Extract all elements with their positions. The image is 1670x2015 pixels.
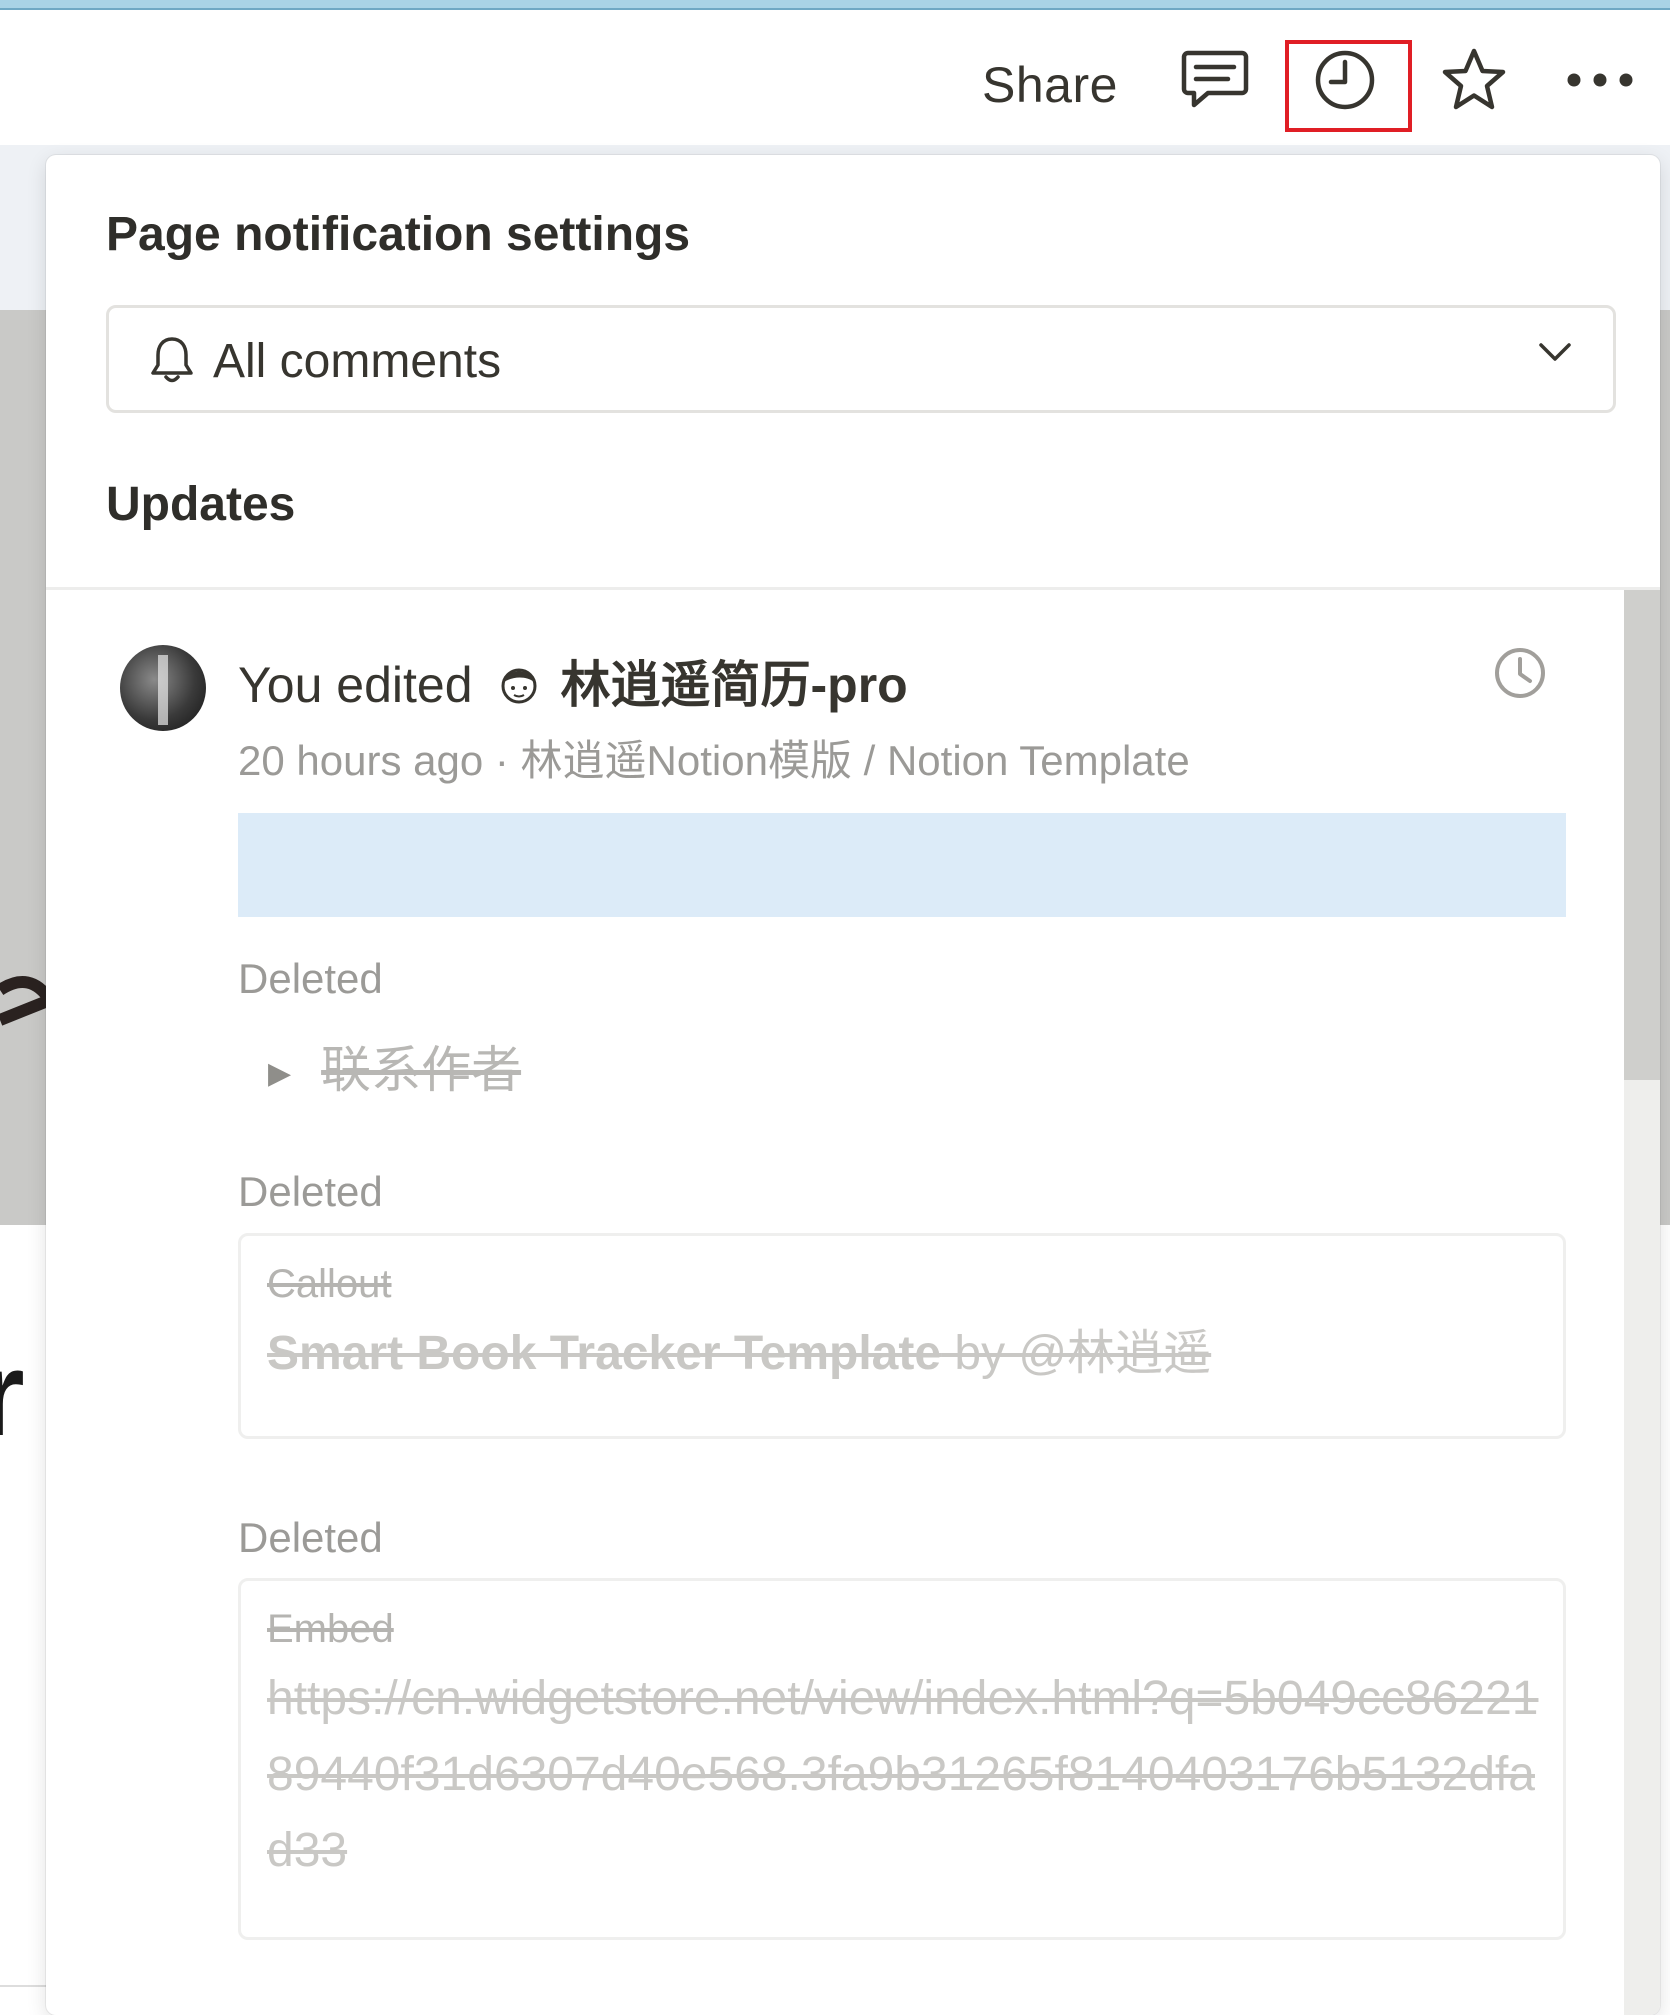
window-top-strip [0,0,1670,10]
deleted-embed-card: Embed https://cn.widgetstore.net/view/in… [238,1578,1566,1940]
update-time: 20 hours ago [238,737,484,784]
deleted-embed-url: https://cn.widgetstore.net/view/index.ht… [267,1672,1539,1877]
page-face-icon [499,660,539,718]
deleted-callout-card: Callout Smart Book Tracker Template by @… [238,1233,1566,1439]
deleted-toggle-block: ▶ 联系作者 [268,1030,521,1102]
notification-settings-title: Page notification settings [106,208,691,261]
scrollbar-thumb[interactable] [1624,590,1660,1080]
update-action: You edited [238,657,473,713]
ellipsis-icon [1567,73,1633,87]
background-page-title-fragment: r [0,1327,25,1461]
page-topbar: Share [0,10,1670,145]
avatar [120,645,206,731]
meta-separator: · [494,737,509,784]
deleted-label: Deleted [238,955,383,1002]
more-options-button[interactable] [1560,40,1640,120]
comment-icon [1181,50,1249,108]
added-content-highlight [238,813,1566,917]
notification-level-select[interactable]: All comments [106,305,1616,413]
favorite-button[interactable] [1434,40,1514,120]
star-icon [1442,48,1506,110]
deleted-callout-text: Smart Book Tracker Template by @林逍遥 [267,1316,1547,1392]
toggle-triangle-icon: ▶ [268,1057,292,1091]
chevron-down-icon [1537,340,1573,369]
restore-version-button[interactable] [1492,645,1548,706]
update-location-link[interactable]: 林逍遥Notion模版 / Notion Template [521,737,1190,784]
clock-icon [1315,50,1375,110]
deleted-block-type: Embed [267,1607,394,1651]
bell-icon [149,334,195,391]
updates-popover: Page notification settings All comments … [46,155,1660,2015]
deleted-callout-title: Smart Book Tracker Template [267,1327,942,1380]
updates-divider [46,587,1660,590]
update-title: You edited 林逍遥简历-pro [238,645,908,718]
history-clock-icon [1495,648,1545,698]
deleted-callout-author: by @林逍遥 [941,1327,1212,1380]
notification-level-value: All comments [213,335,502,388]
updates-history-button[interactable] [1305,40,1385,120]
share-button[interactable]: Share [982,56,1118,114]
deleted-label: Deleted [238,1168,383,1215]
update-meta: 20 hours ago · 林逍遥Notion模版 / Notion Temp… [238,727,1190,788]
comments-button[interactable] [1175,40,1255,120]
deleted-block-type: Callout [267,1262,392,1306]
deleted-toggle-text: 联系作者 [321,1042,522,1098]
deleted-label: Deleted [238,1514,383,1561]
edited-page-link[interactable]: 林逍遥简历-pro [561,657,908,713]
updates-heading: Updates [106,478,296,531]
